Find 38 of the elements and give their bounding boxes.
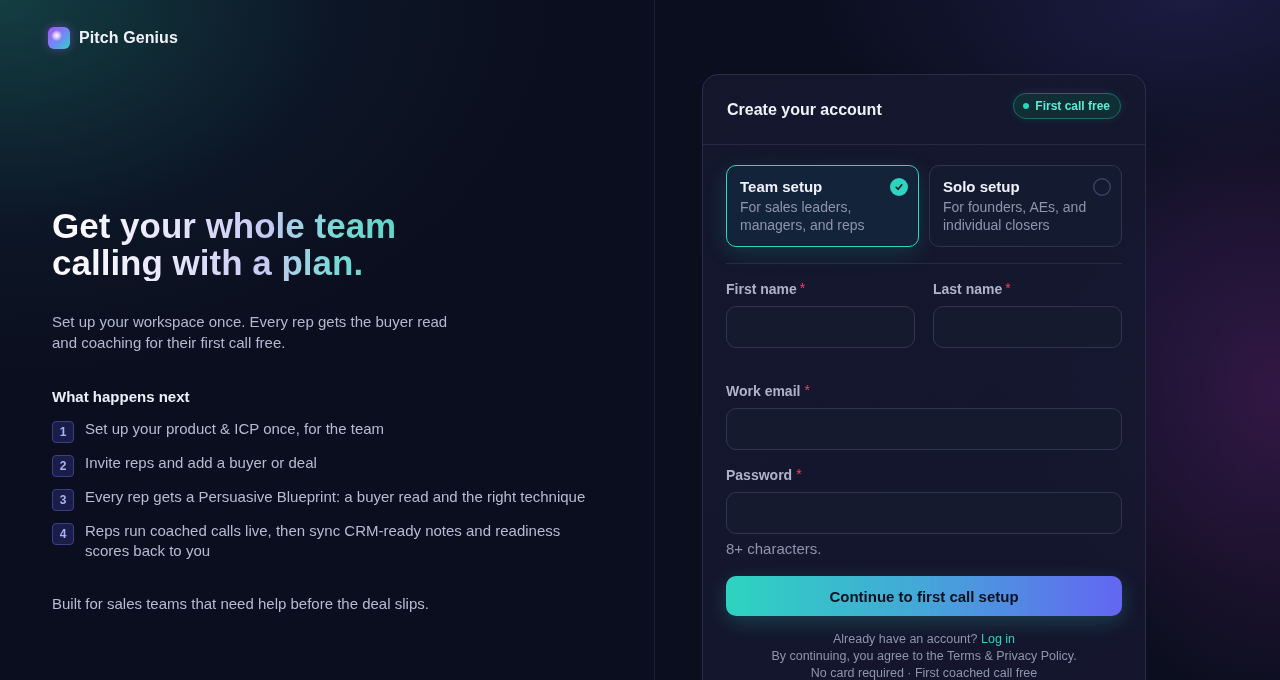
footnote: Built for sales teams that need help before the deal slips.: [52, 594, 430, 614]
badge-label: First call free: [1035, 98, 1110, 113]
required-mark: *: [796, 467, 802, 481]
continue-button[interactable]: Continue to first call setup: [726, 576, 1122, 616]
required-mark: *: [1005, 281, 1011, 295]
step-number: 1: [52, 421, 74, 443]
login-link[interactable]: Log in: [981, 632, 1016, 646]
field-label: Last name: [933, 281, 1003, 298]
status-dot-icon: [1023, 102, 1030, 109]
step-text: Every rep gets a Persuasive Blueprint: a buyer read and the right technique: [85, 487, 586, 507]
login-prompt: Already have an account? Log in: [832, 631, 1016, 648]
step-number: 4: [52, 523, 74, 545]
terms-text: By continuing, you agree to the Terms & Privacy Policy.: [771, 648, 1077, 665]
field-hint: 8+ characters.: [726, 539, 823, 559]
setup-option[interactable]: Solo setup For founders, AEs, and individual closers: [929, 165, 1122, 247]
step-text: Set up your product & ICP once, for the team: [85, 419, 385, 439]
required-mark: *: [799, 281, 806, 295]
required-mark: *: [804, 383, 810, 397]
input-field[interactable]: [726, 408, 1122, 450]
field-label: Password: [726, 467, 793, 484]
field-label: Work email: [726, 383, 801, 400]
step-text: Invite reps and add a buyer or deal: [85, 453, 317, 473]
brand-name: Pitch Genius: [79, 29, 178, 47]
step-number: 2: [52, 455, 74, 477]
check-icon: [890, 178, 908, 196]
logo-icon: [48, 27, 70, 49]
no-card-note: No card required · First coached call free: [810, 665, 1038, 680]
steps-title: What happens next: [52, 387, 191, 407]
field-label: First name: [726, 281, 797, 298]
input-field[interactable]: [726, 492, 1122, 534]
radio-icon: [1093, 178, 1111, 196]
hero-subtitle: Set up your workspace once. Every rep gets the buyer read and coaching for their first call free.: [52, 312, 449, 353]
setup-option[interactable]: Team setup For sales leaders, managers, and reps: [726, 165, 919, 247]
card-title: Create your account: [727, 100, 882, 119]
input-field[interactable]: [726, 306, 915, 348]
input-field[interactable]: [933, 306, 1122, 348]
step-number: 3: [52, 489, 74, 511]
step-text: Reps run coached calls live, then sync CRM-ready notes and readiness scores back to you: [85, 521, 562, 560]
